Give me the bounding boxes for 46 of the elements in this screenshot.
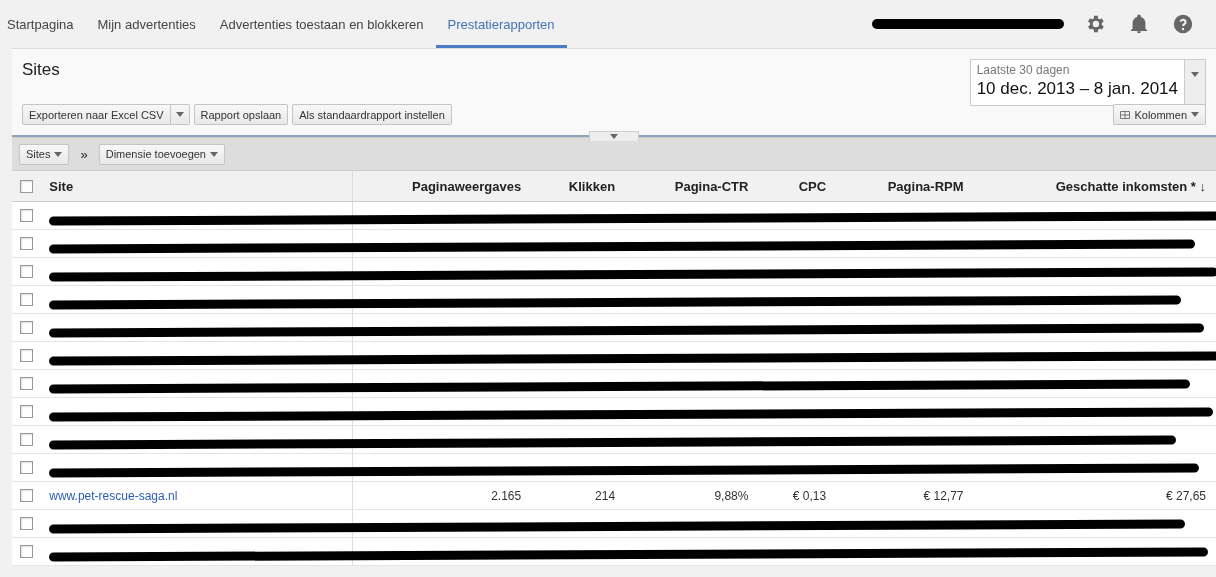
toolbar-button[interactable]: Rapport opslaan bbox=[193, 104, 289, 125]
table-cell: € 12,77 bbox=[923, 488, 964, 503]
site-link[interactable]: www.pet-rescue-saga.nl bbox=[49, 488, 178, 503]
checkbox[interactable] bbox=[20, 209, 33, 222]
date-range-picker[interactable]: Laatste 30 dagen 10 dec. 2013 – 8 jan. 2014 bbox=[969, 59, 1206, 106]
table-cell: 214 bbox=[595, 488, 616, 503]
checkbox[interactable] bbox=[20, 377, 33, 390]
column-header[interactable]: Site bbox=[49, 178, 74, 194]
checkbox[interactable] bbox=[20, 237, 33, 250]
checkbox[interactable] bbox=[20, 461, 33, 474]
toolbar-button[interactable]: Als standaardrapport instellen bbox=[292, 104, 452, 125]
checkbox[interactable] bbox=[20, 405, 33, 418]
table-cell: 9,88% bbox=[714, 488, 749, 503]
add-dimension-button[interactable]: Dimensie toevoegen bbox=[98, 143, 225, 165]
checkbox[interactable] bbox=[20, 179, 33, 193]
checkbox[interactable] bbox=[20, 321, 33, 334]
table-cell: 2.165 bbox=[491, 488, 522, 503]
collapse-handle[interactable] bbox=[589, 131, 639, 141]
caret-icon bbox=[175, 112, 184, 117]
table-cell: € 27,65 bbox=[1165, 488, 1206, 503]
checkbox[interactable] bbox=[20, 293, 33, 306]
table-icon bbox=[1120, 110, 1131, 119]
nav-tab[interactable]: Startpagina bbox=[7, 3, 86, 48]
caret-icon bbox=[210, 151, 218, 157]
checkbox[interactable] bbox=[20, 433, 33, 446]
caret-icon bbox=[54, 151, 63, 157]
export-dropdown-button[interactable] bbox=[170, 104, 190, 125]
checkbox[interactable] bbox=[20, 545, 33, 558]
table-cell: € 0,13 bbox=[792, 488, 827, 503]
caret-icon bbox=[1191, 112, 1199, 117]
nav-tab[interactable]: Mijn advertenties bbox=[85, 3, 208, 48]
checkbox[interactable] bbox=[20, 517, 33, 530]
notification-bell-icon[interactable] bbox=[1128, 13, 1150, 35]
caret-icon bbox=[610, 134, 618, 139]
export-button[interactable]: Exporteren naar Excel CSV bbox=[22, 104, 171, 125]
checkbox[interactable] bbox=[20, 489, 33, 502]
caret-icon bbox=[1191, 72, 1199, 77]
column-header[interactable]: CPC bbox=[798, 178, 827, 194]
nav-tab[interactable]: Advertenties toestaan en blokkeren bbox=[207, 3, 436, 48]
dimension-button[interactable]: Sites bbox=[19, 143, 70, 165]
checkbox[interactable] bbox=[20, 349, 33, 362]
breadcrumb-separator: » bbox=[80, 146, 88, 162]
columns-button[interactable]: Kolommen bbox=[1113, 104, 1206, 125]
page-title: Sites bbox=[22, 60, 60, 81]
checkbox[interactable] bbox=[20, 265, 33, 278]
help-icon[interactable] bbox=[1172, 13, 1194, 35]
